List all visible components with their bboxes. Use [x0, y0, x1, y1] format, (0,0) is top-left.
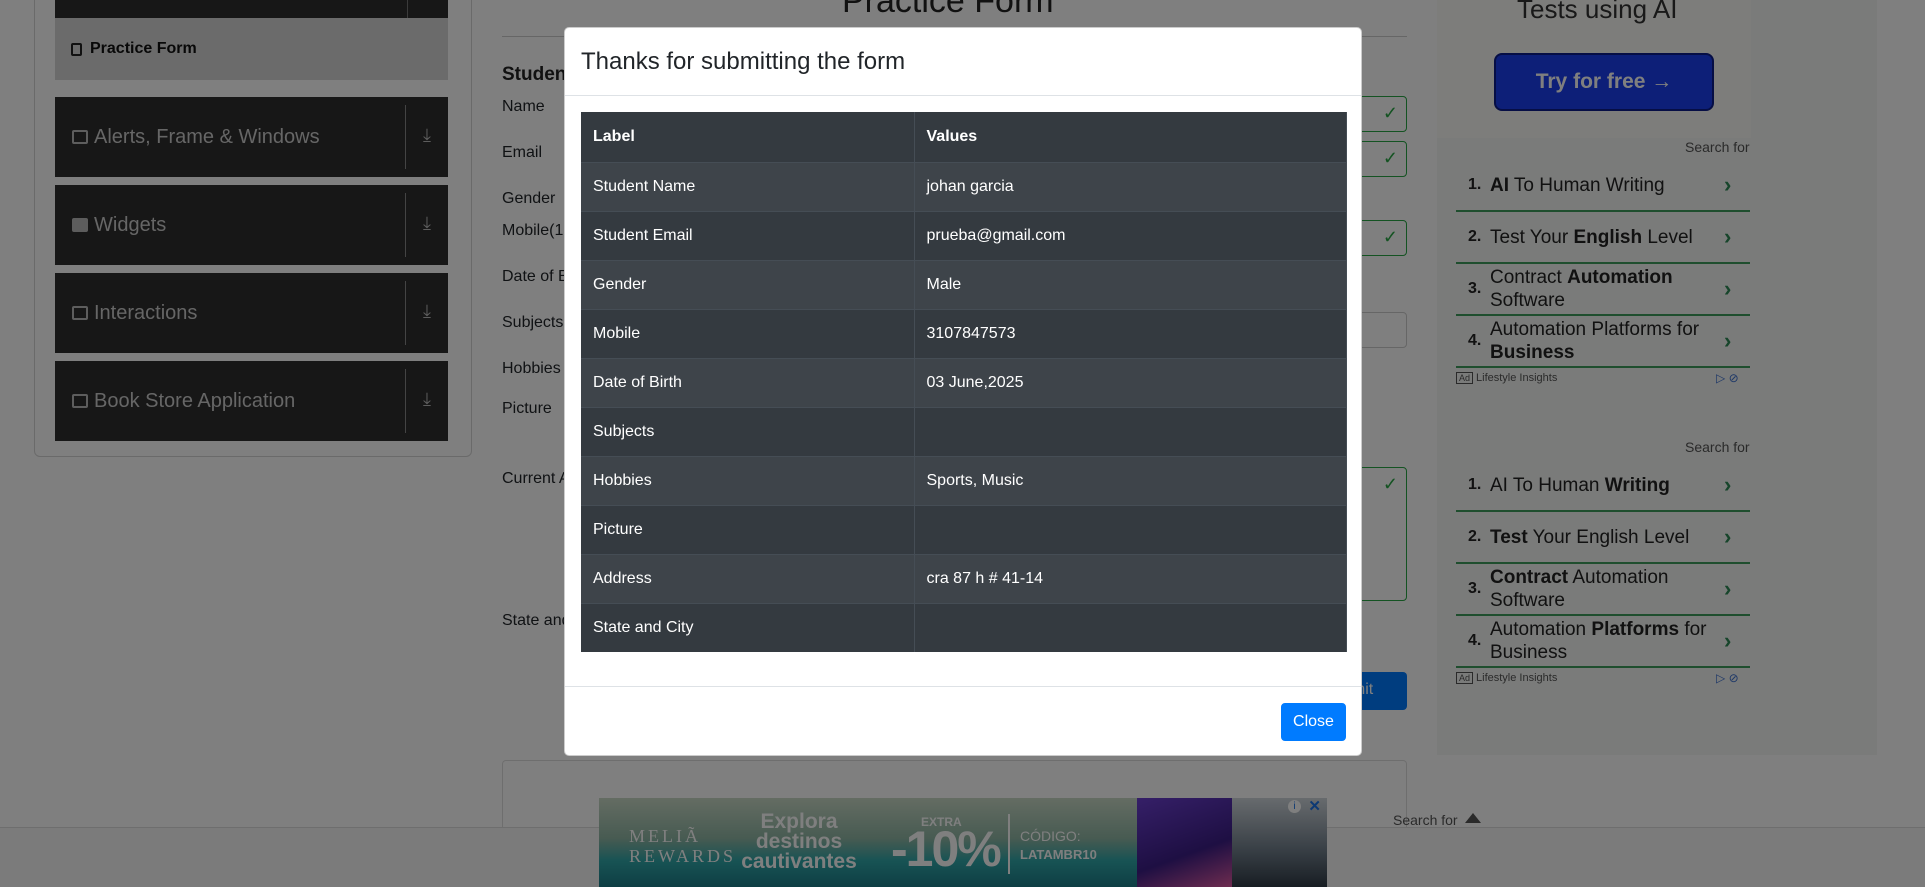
column-header-values: Values — [914, 112, 1347, 163]
table-row: State and City — [581, 602, 1347, 652]
row-value: 03 June,2025 — [914, 357, 1347, 407]
row-label: Gender — [581, 259, 915, 309]
row-value: Male — [914, 259, 1347, 309]
table-row: Hobbies Sports, Music — [581, 455, 1347, 505]
row-value — [914, 602, 1347, 652]
table-row: Address cra 87 h # 41-14 — [581, 553, 1347, 603]
row-value: prueba@gmail.com — [914, 210, 1347, 260]
table-row: Student Name johan garcia — [581, 161, 1347, 211]
modal-footer: Close — [565, 686, 1361, 756]
row-value: 3107847573 — [914, 308, 1347, 358]
table-row: Mobile 3107847573 — [581, 308, 1347, 358]
submission-modal: Thanks for submitting the form Label Val… — [564, 27, 1362, 756]
row-label: Date of Birth — [581, 357, 915, 407]
row-label: State and City — [581, 602, 915, 652]
table-row: Student Email prueba@gmail.com — [581, 210, 1347, 260]
table-header-row: Label Values — [581, 112, 1347, 163]
modal-header: Thanks for submitting the form — [565, 28, 1361, 96]
table-row: Gender Male — [581, 259, 1347, 309]
row-label: Student Email — [581, 210, 915, 260]
row-value: cra 87 h # 41-14 — [914, 553, 1347, 603]
row-value — [914, 406, 1347, 456]
table-row: Subjects — [581, 406, 1347, 456]
row-value: Sports, Music — [914, 455, 1347, 505]
results-table: Label Values Student Name johan garcia Stu… — [581, 112, 1347, 652]
modal-title: Thanks for submitting the form — [581, 48, 906, 75]
row-value: johan garcia — [914, 161, 1347, 211]
row-label: Mobile — [581, 308, 915, 358]
row-value — [914, 504, 1347, 554]
table-row: Date of Birth 03 June,2025 — [581, 357, 1347, 407]
close-button[interactable]: Close — [1281, 703, 1346, 741]
row-label: Picture — [581, 504, 915, 554]
row-label: Student Name — [581, 161, 915, 211]
row-label: Hobbies — [581, 455, 915, 505]
row-label: Subjects — [581, 406, 915, 456]
modal-body: Label Values Student Name johan garcia Stu… — [565, 96, 1361, 652]
column-header-label: Label — [581, 112, 915, 163]
row-label: Address — [581, 553, 915, 603]
table-row: Picture — [581, 504, 1347, 554]
